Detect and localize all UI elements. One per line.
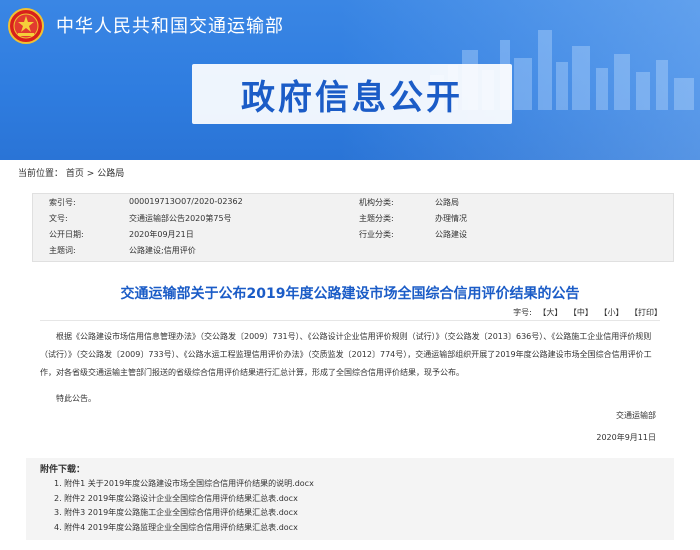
sign-date: 2020年9月11日 [596, 433, 656, 442]
index-label: 索引号: [49, 198, 76, 207]
topic-value: 办理情况 [435, 214, 467, 223]
attachments-title: 附件下载： [40, 465, 86, 475]
keyword-value: 公路建设;信用评价 [129, 246, 196, 255]
attachments-panel: 附件下载： 1. 附件1 关于2019年度公路建设市场全国综合信用评价结果的说明… [26, 458, 674, 540]
date-value: 2020年09月21日 [129, 230, 194, 239]
industry-value: 公路建设 [435, 230, 467, 239]
attachment-link-2[interactable]: 2. 附件2 2019年度公路设计企业全国综合信用评价结果汇总表.docx [54, 494, 298, 503]
date-label: 公开日期: [49, 230, 84, 239]
breadcrumb: 当前位置： 首页 > 公路局 [18, 166, 124, 179]
print-button[interactable]: 【打印】 [630, 308, 662, 317]
doc-value: 交通运输部公告2020第75号 [129, 214, 232, 223]
org-value: 公路局 [435, 198, 459, 207]
font-medium-button[interactable]: 【中】 [569, 308, 593, 317]
doc-label: 文号: [49, 214, 68, 223]
breadcrumb-prefix: 当前位置： [18, 169, 64, 179]
breadcrumb-separator: > [86, 169, 95, 179]
signer: 交通运输部 [616, 411, 656, 420]
meta-row: 主题词: 公路建设;信用评价 [33, 245, 673, 261]
org-label: 机构分类: [359, 198, 394, 207]
meta-row: 索引号: 000019713O07/2020-02362 机构分类: 公路局 [33, 197, 673, 213]
list-item: 4. 附件4 2019年度公路监理企业全国综合信用评价结果汇总表.docx [54, 521, 314, 536]
list-item: 3. 附件3 2019年度公路施工企业全国综合信用评价结果汇总表.docx [54, 506, 314, 521]
article-paragraph: 根据《公路建设市场信用信息管理办法》（交公路发〔2009〕731号）、《公路设计… [40, 332, 652, 377]
article-closing: 特此公告。 [56, 394, 96, 403]
divider [40, 320, 660, 321]
site-name[interactable]: 中华人民共和国交通运输部 [56, 12, 284, 38]
attachment-link-4[interactable]: 4. 附件4 2019年度公路监理企业全国综合信用评价结果汇总表.docx [54, 523, 298, 532]
breadcrumb-highway-link[interactable]: 公路局 [97, 169, 124, 179]
attachment-link-3[interactable]: 3. 附件3 2019年度公路施工企业全国综合信用评价结果汇总表.docx [54, 508, 298, 517]
topic-label: 主题分类: [359, 214, 394, 223]
meta-row: 文号: 交通运输部公告2020第75号 主题分类: 办理情况 [33, 213, 673, 229]
banner-title-box: 政府信息公开 [192, 64, 512, 124]
attachment-link-1[interactable]: 1. 附件1 关于2019年度公路建设市场全国综合信用评价结果的说明.docx [54, 479, 314, 488]
industry-label: 行业分类: [359, 230, 394, 239]
header-banner: 中华人民共和国交通运输部 政府信息公开 [0, 0, 700, 160]
article-signature: 交通运输部 2020年9月11日 [596, 405, 656, 449]
list-item: 2. 附件2 2019年度公路设计企业全国综合信用评价结果汇总表.docx [54, 492, 314, 507]
index-value: 000019713O07/2020-02362 [129, 197, 243, 206]
keyword-label: 主题词: [49, 246, 76, 255]
meta-row: 公开日期: 2020年09月21日 行业分类: 公路建设 [33, 229, 673, 245]
metadata-table: 索引号: 000019713O07/2020-02362 机构分类: 公路局 文… [32, 193, 674, 262]
font-size-toolbar: 字号: 【大】 【中】 【小】 【打印】 [509, 307, 662, 318]
list-item: 1. 附件1 关于2019年度公路建设市场全国综合信用评价结果的说明.docx [54, 477, 314, 492]
breadcrumb-home-link[interactable]: 首页 [66, 169, 84, 179]
article-body: 根据《公路建设市场信用信息管理办法》（交公路发〔2009〕731号）、《公路设计… [40, 328, 660, 408]
font-small-button[interactable]: 【小】 [599, 308, 623, 317]
article-title: 交通运输部关于公布2019年度公路建设市场全国综合信用评价结果的公告 [120, 286, 580, 302]
font-large-button[interactable]: 【大】 [538, 308, 562, 317]
national-emblem-icon [8, 8, 44, 44]
font-size-label: 字号: [513, 308, 532, 317]
attachments-list: 1. 附件1 关于2019年度公路建设市场全国综合信用评价结果的说明.docx … [54, 477, 314, 535]
banner-title: 政府信息公开 [241, 77, 463, 118]
